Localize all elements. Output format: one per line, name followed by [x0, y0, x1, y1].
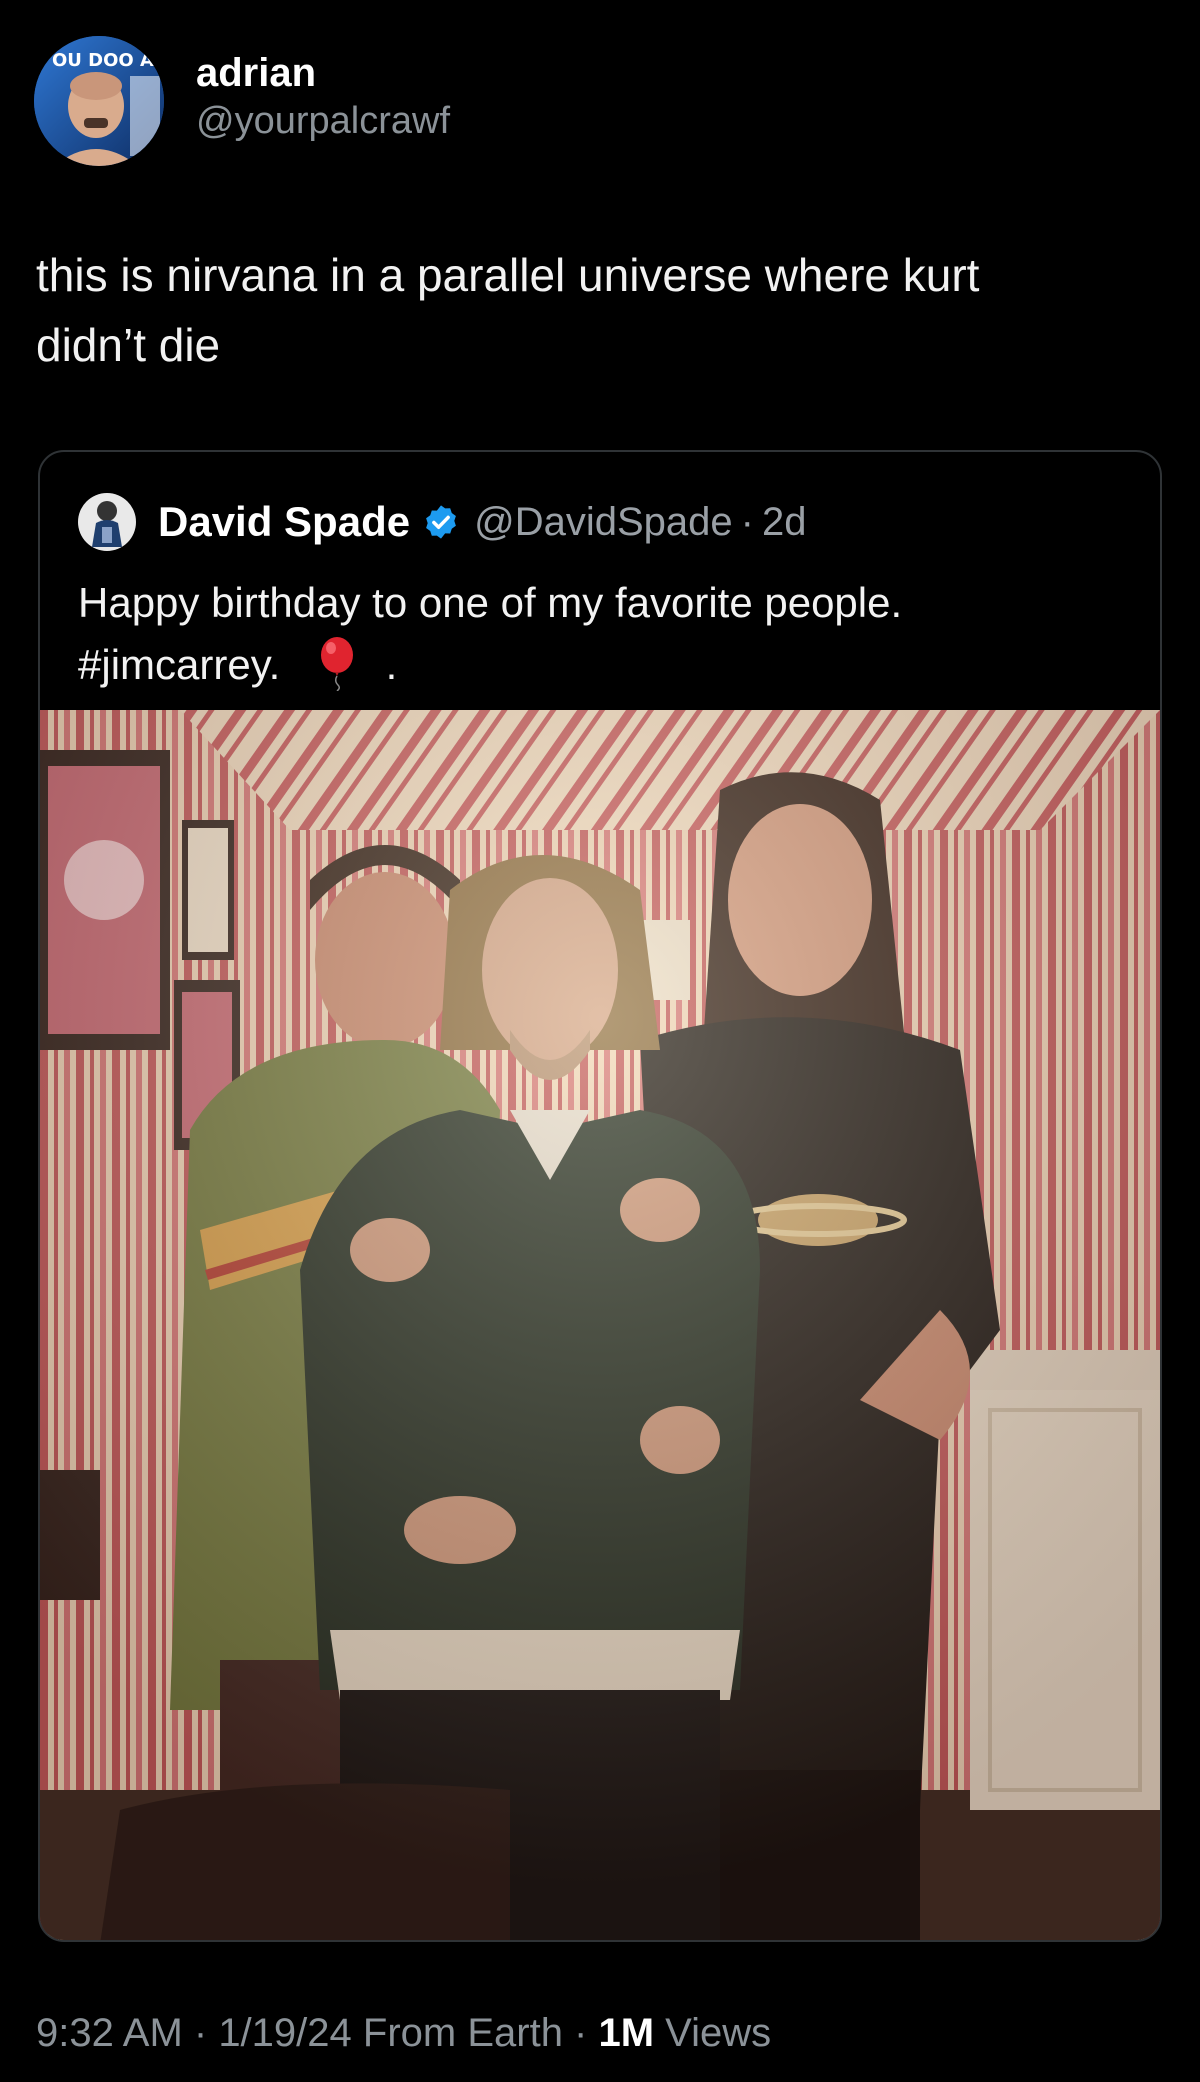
footer-separator-2: · — [562, 2011, 599, 2055]
verified-badge-icon — [426, 505, 456, 539]
quoted-avatar-icon — [78, 493, 136, 551]
tweet-author-header: OU DOO A adrian @yourpalcrawf — [34, 36, 450, 166]
quoted-tweet-photo[interactable] — [40, 710, 1160, 1940]
quoted-display-name[interactable]: David Spade — [158, 498, 410, 546]
quoted-tweet-card[interactable]: David Spade @DavidSpade · 2d Happy birth… — [38, 450, 1162, 1942]
quoted-text-line2: #jimcarrey. . — [78, 634, 1128, 696]
views-label: Views — [654, 2011, 772, 2055]
author-handle[interactable]: @yourpalcrawf — [196, 97, 450, 145]
author-display-name[interactable]: adrian — [196, 49, 450, 97]
quoted-text-line1: Happy birthday to one of my favorite peo… — [78, 579, 903, 626]
tweet-text: this is nirvana in a parallel universe w… — [36, 249, 980, 371]
quoted-handle[interactable]: @DavidSpade — [474, 500, 733, 545]
svg-text:OU DOO A: OU DOO A — [52, 50, 154, 71]
group-photo-icon — [40, 710, 1160, 1940]
user-avatar-icon: OU DOO A — [34, 36, 164, 166]
quoted-author-avatar[interactable] — [78, 493, 136, 551]
tweet-footer-meta: 9:32 AM · 1/19/24 From Earth · 1M Views — [36, 2008, 771, 2058]
tweet-time[interactable]: 9:32 AM — [36, 2011, 183, 2055]
views-count[interactable]: 1M — [598, 2011, 654, 2055]
tweet-date[interactable]: 1/19/24 — [218, 2011, 351, 2055]
quoted-tweet-header: David Spade @DavidSpade · 2d — [78, 490, 806, 554]
hashtag-link[interactable]: #jimcarrey. — [78, 641, 280, 688]
separator-dot: · — [740, 499, 754, 544]
quoted-tweet-text: Happy birthday to one of my favorite peo… — [78, 572, 1128, 696]
footer-separator: · — [182, 2011, 219, 2055]
author-avatar[interactable]: OU DOO A — [34, 36, 164, 166]
quoted-timestamp[interactable]: 2d — [762, 500, 807, 545]
tweet-source: From Earth — [351, 2011, 563, 2055]
balloon-icon — [320, 637, 353, 691]
trailing-period: . — [385, 641, 398, 688]
